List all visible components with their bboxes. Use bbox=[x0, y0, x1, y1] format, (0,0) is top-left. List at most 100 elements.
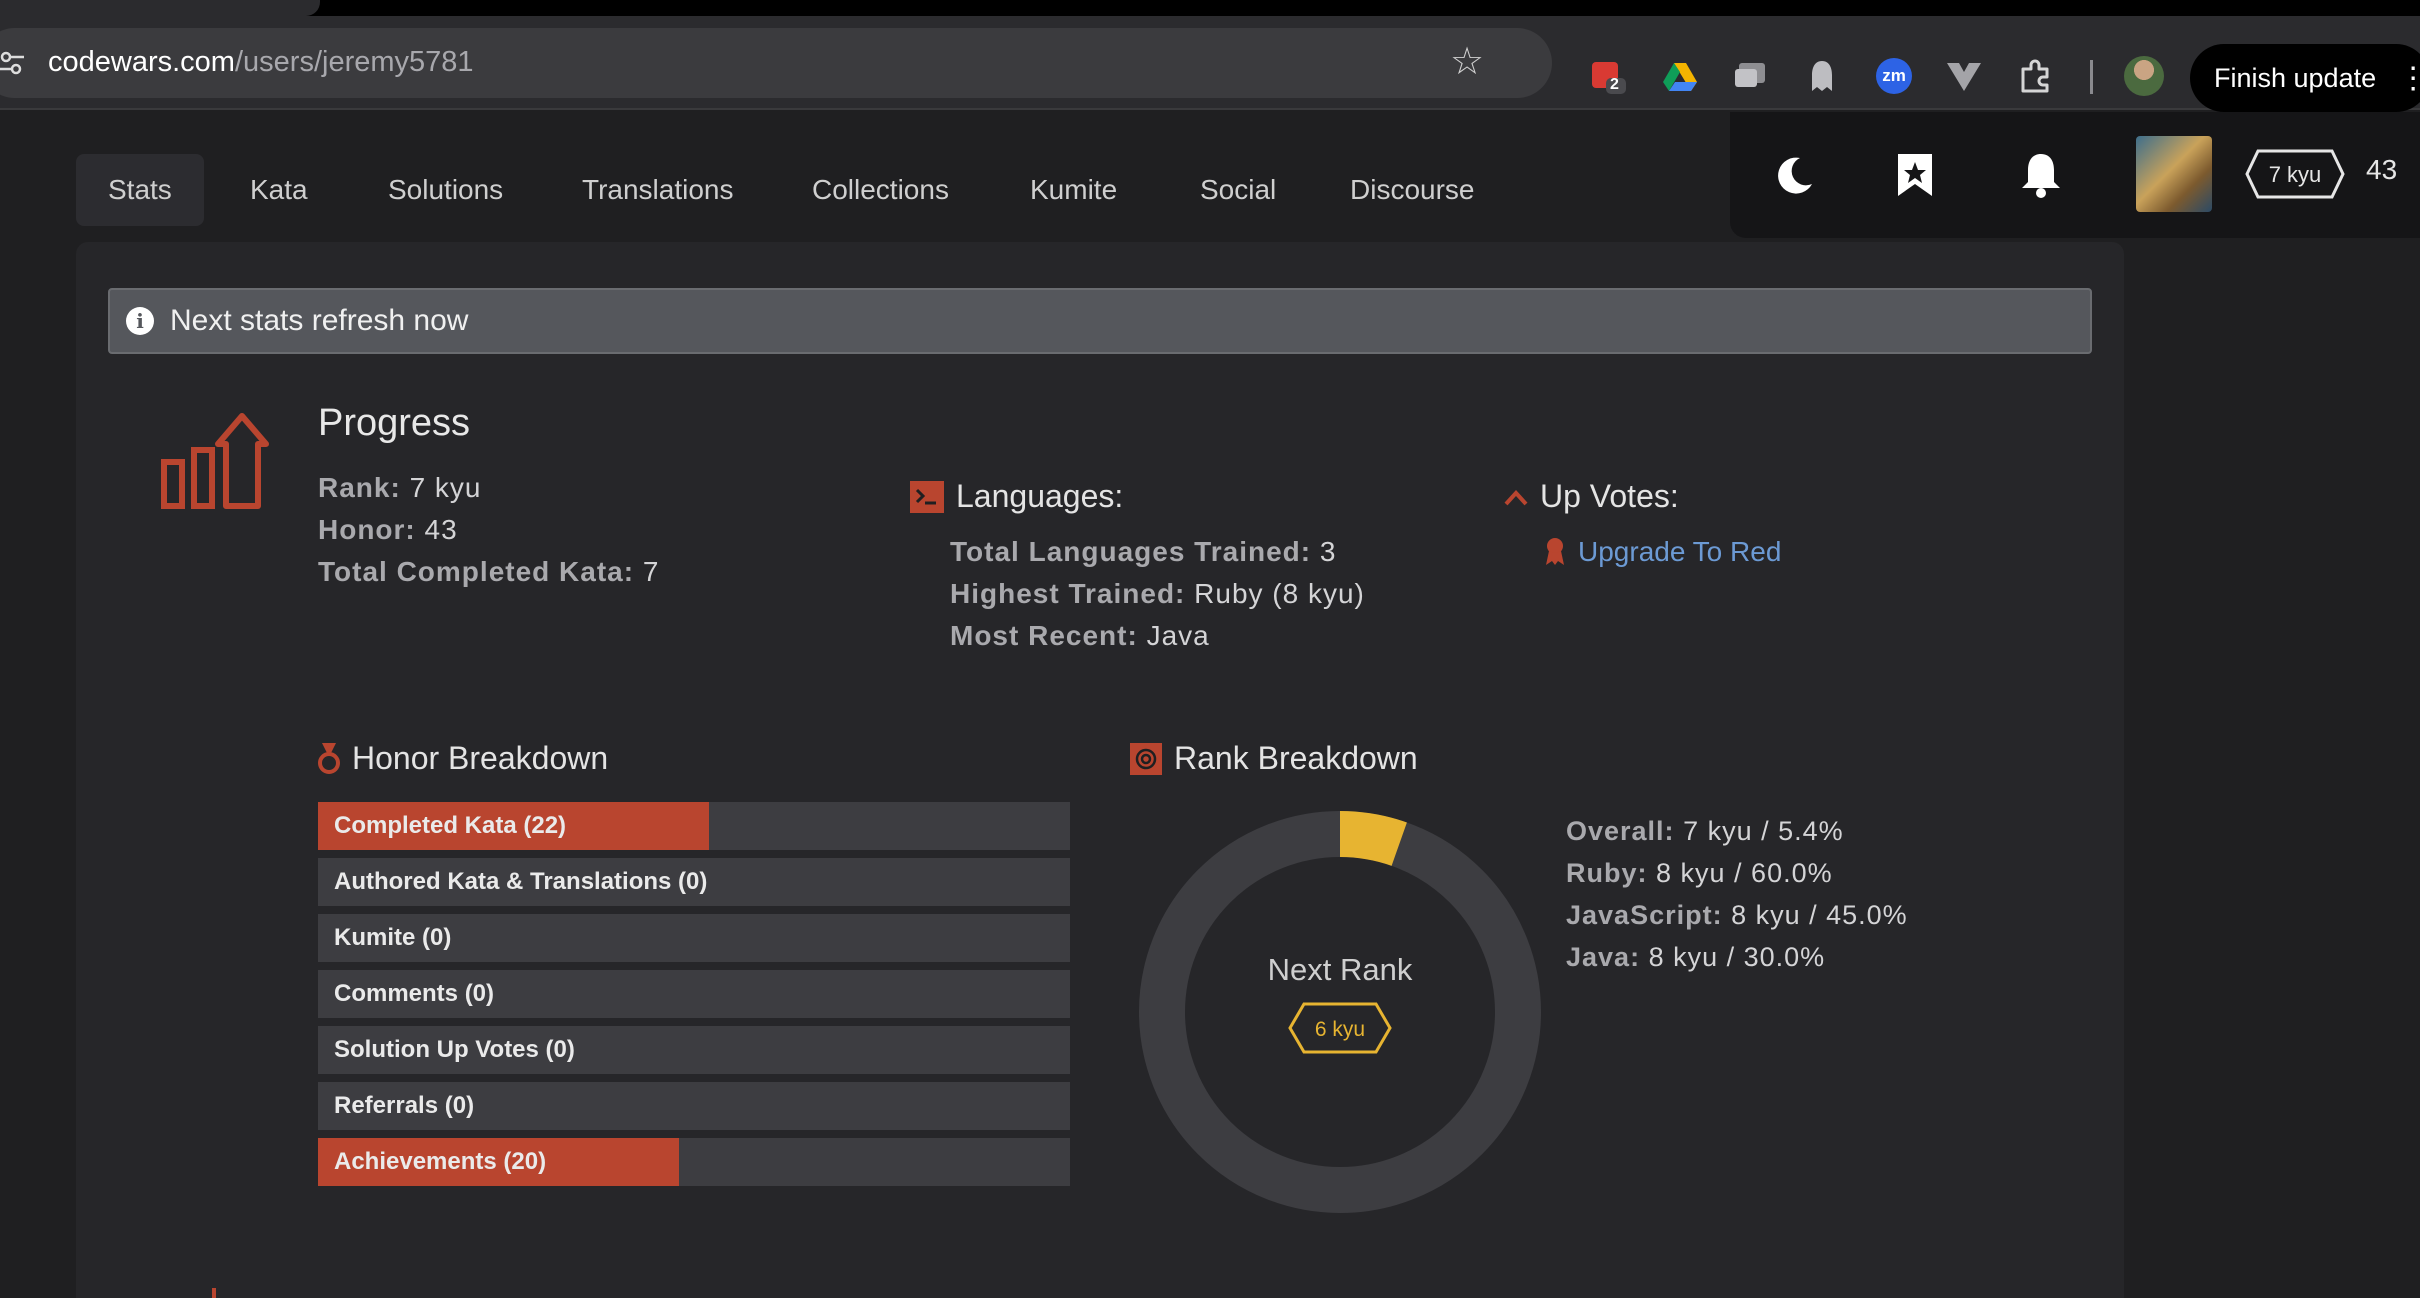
rank-row-value: 8 kyu / 45.0% bbox=[1731, 900, 1908, 930]
vue-devtools-icon[interactable] bbox=[1944, 56, 1984, 96]
completed-value: 7 bbox=[642, 556, 660, 587]
upgrade-to-red-link[interactable]: Upgrade To Red bbox=[1578, 536, 1781, 568]
honor-bar-label: Kumite (0) bbox=[334, 924, 452, 951]
completed-label: Total Completed Kata: bbox=[318, 556, 635, 587]
terminal-icon bbox=[910, 480, 944, 513]
google-drive-icon[interactable] bbox=[1660, 56, 1700, 96]
honor-bar-label: Authored Kata & Translations (0) bbox=[334, 868, 708, 895]
languages-title: Languages: bbox=[956, 478, 1124, 514]
tab-translations[interactable]: Translations bbox=[550, 154, 765, 226]
rank-row-label: Ruby: bbox=[1566, 858, 1648, 888]
upgrade-link-row: Upgrade To Red bbox=[1546, 536, 1781, 568]
bookmark-star-icon[interactable]: ☆ bbox=[1450, 42, 1484, 82]
tab-kata[interactable]: Kata bbox=[218, 154, 340, 226]
honor-breakdown-header: Honor Breakdown bbox=[318, 740, 608, 777]
donut-track bbox=[1139, 811, 1541, 1213]
honor-bar: Achievements (20) bbox=[318, 1138, 1070, 1186]
next-rank-donut: Next Rank 6 kyu bbox=[1139, 811, 1541, 1213]
honor-bar: Authored Kata & Translations (0) bbox=[318, 858, 1070, 906]
honor-bar: Completed Kata (22) bbox=[318, 802, 1070, 850]
browser-tab-strip bbox=[0, 0, 2420, 16]
url-path: /users/jeremy5781 bbox=[234, 46, 474, 78]
rank-value: 7 kyu bbox=[409, 472, 482, 503]
honor-bar-label: Solution Up Votes (0) bbox=[334, 1036, 575, 1063]
chat-extension-icon[interactable] bbox=[1730, 56, 1770, 96]
upvotes-header: Up Votes: bbox=[1504, 478, 1679, 515]
dark-mode-moon-icon[interactable] bbox=[1770, 150, 1820, 200]
refresh-notice-text: Next stats refresh now bbox=[170, 304, 469, 337]
rank-row-label: Overall: bbox=[1566, 816, 1675, 846]
tab-solutions[interactable]: Solutions bbox=[356, 154, 535, 226]
extension-badge: 2 bbox=[1610, 76, 1619, 93]
recent-label: Most Recent: bbox=[950, 620, 1138, 651]
progress-rank: Rank: 7 kyu bbox=[318, 472, 482, 504]
zoom-extension-icon[interactable]: zm bbox=[1874, 56, 1914, 96]
tab-discourse[interactable]: Discourse bbox=[1318, 154, 1506, 226]
honor-bar: Kumite (0) bbox=[318, 914, 1070, 962]
rank-row-value: 8 kyu / 30.0% bbox=[1648, 942, 1826, 972]
target-icon bbox=[1130, 742, 1162, 775]
honor-bar: Solution Up Votes (0) bbox=[318, 1026, 1070, 1074]
url-host: codewars.com bbox=[48, 46, 235, 78]
ghost-extension-icon[interactable] bbox=[1802, 56, 1842, 96]
ribbon-icon bbox=[1546, 538, 1564, 565]
honor-bar-label: Comments (0) bbox=[334, 980, 495, 1007]
rank-breakdown-row: Ruby: 8 kyu / 60.0% bbox=[1566, 858, 1833, 889]
honor-bar-label: Achievements (20) bbox=[334, 1148, 547, 1175]
rank-breakdown-header: Rank Breakdown bbox=[1130, 740, 1418, 777]
rank-badge[interactable]: 7 kyu bbox=[2244, 148, 2346, 200]
address-bar[interactable]: codewars.com/users/jeremy5781 ☆ bbox=[0, 28, 1552, 98]
info-icon: i bbox=[126, 307, 154, 335]
partial-section-icon bbox=[212, 1288, 216, 1298]
upvotes-title: Up Votes: bbox=[1540, 478, 1679, 514]
honor-bar-label: Referrals (0) bbox=[334, 1092, 475, 1119]
honor-count[interactable]: 43 bbox=[2366, 154, 2397, 186]
honor-bar: Comments (0) bbox=[318, 970, 1070, 1018]
browser-tab[interactable] bbox=[0, 0, 320, 16]
user-avatar[interactable] bbox=[2136, 136, 2212, 212]
calendar-extension-icon[interactable]: 2 bbox=[1588, 56, 1628, 96]
refresh-notice: i Next stats refresh now bbox=[108, 288, 2092, 354]
rank-breakdown-row: Overall: 7 kyu / 5.4% bbox=[1566, 816, 1844, 847]
rank-breakdown-title: Rank Breakdown bbox=[1174, 740, 1418, 776]
tab-collections[interactable]: Collections bbox=[780, 154, 981, 226]
donut-progress-arc bbox=[1339, 811, 1407, 867]
languages-highest: Highest Trained: Ruby (8 kyu) bbox=[950, 578, 1365, 610]
chevron-up-icon bbox=[1504, 489, 1528, 505]
languages-header: Languages: bbox=[910, 478, 1123, 515]
honor-bar-label: Completed Kata (22) bbox=[334, 812, 567, 839]
zoom-label: zm bbox=[1876, 58, 1912, 94]
profile-avatar[interactable] bbox=[2124, 56, 2164, 96]
trained-label: Total Languages Trained: bbox=[950, 536, 1312, 567]
rank-row-label: Java: bbox=[1566, 942, 1641, 972]
honor-label: Honor: bbox=[318, 514, 416, 545]
tab-kumite[interactable]: Kumite bbox=[998, 154, 1149, 226]
bookmarks-icon[interactable] bbox=[1890, 150, 1940, 200]
more-menu-icon[interactable]: ⋮ bbox=[2398, 61, 2420, 96]
next-rank-label: 6 kyu bbox=[1315, 1018, 1365, 1041]
highest-label: Highest Trained: bbox=[950, 578, 1186, 609]
rank-breakdown-row: JavaScript: 8 kyu / 45.0% bbox=[1566, 900, 1908, 931]
browser-tab-strip-rest bbox=[786, 0, 2420, 16]
toolbar-divider bbox=[2090, 60, 2093, 94]
extensions-puzzle-icon[interactable] bbox=[2016, 56, 2056, 96]
tab-stats[interactable]: Stats bbox=[76, 154, 204, 226]
user-toolbar: 7 kyu 43 bbox=[1730, 112, 2420, 238]
site-info-icon[interactable] bbox=[0, 50, 24, 76]
rank-breakdown-row: Java: 8 kyu / 30.0% bbox=[1566, 942, 1825, 973]
finish-update-label: Finish update bbox=[2214, 62, 2377, 93]
rank-row-label: JavaScript: bbox=[1566, 900, 1723, 930]
progress-completed: Total Completed Kata: 7 bbox=[318, 556, 659, 588]
notifications-bell-icon[interactable] bbox=[2016, 150, 2066, 200]
rank-label: Rank: bbox=[318, 472, 401, 503]
browser-toolbar: codewars.com/users/jeremy5781 ☆ 2 zm Fin… bbox=[0, 16, 2420, 112]
url-text[interactable]: codewars.com/users/jeremy5781 bbox=[48, 46, 474, 79]
tab-social[interactable]: Social bbox=[1168, 154, 1308, 226]
progress-honor: Honor: 43 bbox=[318, 514, 458, 546]
highest-value: Ruby (8 kyu) bbox=[1194, 578, 1365, 609]
donut-center-label: Next Rank bbox=[1268, 952, 1413, 987]
rank-row-value: 8 kyu / 60.0% bbox=[1656, 858, 1833, 888]
honor-bar: Referrals (0) bbox=[318, 1082, 1070, 1130]
finish-update-button[interactable]: Finish update ⋮ bbox=[2190, 44, 2420, 112]
trained-value: 3 bbox=[1319, 536, 1337, 567]
